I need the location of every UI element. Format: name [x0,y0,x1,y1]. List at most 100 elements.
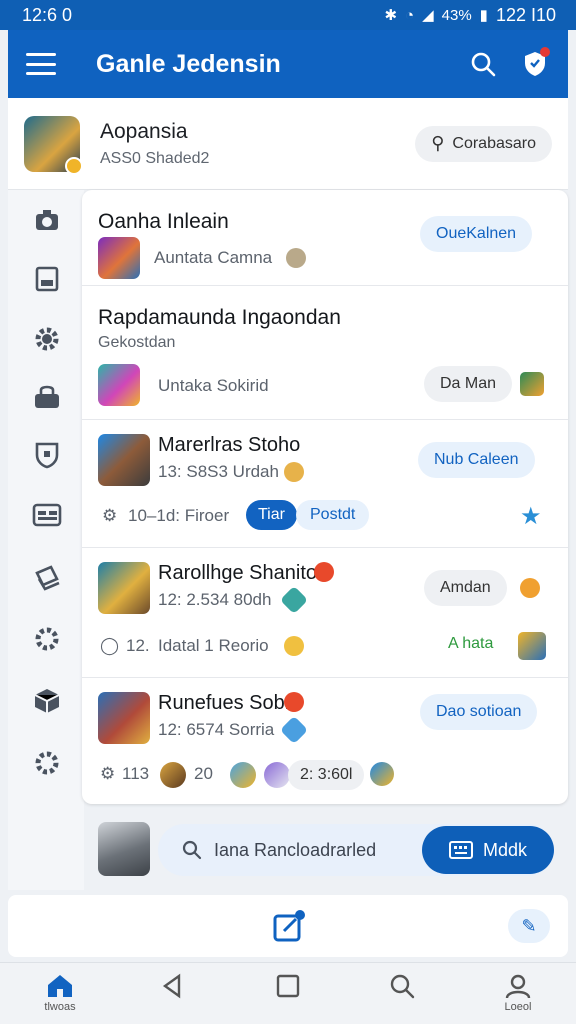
rail-camera-icon[interactable] [32,206,62,236]
status-bar: 12:6 0 ✱ ◔ ◢ 43% ▮ 122 I10 [0,0,576,30]
bundle-icon [518,632,546,660]
compose-button[interactable] [272,909,306,943]
square-icon [276,974,300,998]
item-title: Oanha Inleain [98,210,229,233]
rail-layers-icon[interactable] [32,562,62,592]
bottom-search-row: Iana Rancloadrarled Mddk [82,810,568,890]
profile-text: Aopansia ASS0 Shaded2 [100,120,415,168]
list-item[interactable]: Marerlras Stoho 13: S8S3 Urdah Nub Calee… [82,420,568,548]
profile-subtitle: ASS0 Shaded2 [100,149,210,167]
item-stat: 113 [122,764,150,783]
compose-icon [273,910,305,942]
hot-badge-icon [314,562,334,582]
nav-search[interactable] [372,973,432,1019]
side-rail [8,190,84,890]
user-avatar[interactable] [98,822,150,876]
gear-icon: ⚙ [100,764,116,783]
profile-name: Aopansia [100,119,188,143]
user-icon [505,974,531,999]
game-thumbnail [98,692,150,744]
item-subtitle: Gekostdan [98,334,176,351]
search-icon [390,974,415,999]
list-item[interactable]: Rapdamaunda Ingaondan Gekostdan Untaka S… [82,286,568,420]
keyboard-icon [448,841,473,859]
nav-overview[interactable] [258,973,318,1019]
search-field[interactable]: Iana Rancloadrarled Mddk [158,824,554,876]
item-name: Untaka Sokirid [158,376,269,395]
rail-shield-icon[interactable] [32,440,62,470]
item-action-button[interactable]: Nub Caleen [418,442,535,478]
edit-icon: ✎ [521,915,537,936]
item-title: Marerlras Stoho [158,434,301,456]
rail-card-icon[interactable] [32,500,62,530]
gear-icon: ⚙ [102,506,118,525]
nav-home-label: tlwoas [44,1001,76,1013]
search-submit-button[interactable]: Mddk [422,826,554,874]
item-stat-2: 20 [194,764,213,783]
menu-icon[interactable] [26,53,56,75]
profile-header: Aopansia ASS0 Shaded2 ⚲ Corabasaro [8,98,568,190]
bottom-nav: tlwoas Loeol [0,962,576,1024]
item-action-button[interactable]: Da Man [424,366,513,402]
signal-icon: ◢ [422,7,434,24]
app-bar: Ganle Jedensin [8,30,568,98]
card-list: Oanha Inleain Auntata Camna OueKalnen Ra… [82,190,568,804]
item-stat-label: Idatal 1 Reorio [158,636,269,655]
avatar[interactable] [24,115,83,175]
app-title: Ganle Jedensin [96,49,281,78]
wifi-icon: ◔ [405,6,415,24]
item-stat: 12. [126,636,150,655]
rail-bag-icon[interactable] [32,382,62,412]
nav-back[interactable] [142,973,202,1019]
gem-icon [279,715,309,745]
battery-icon: ▮ [479,7,488,24]
item-action-button[interactable]: Amdan [424,570,507,606]
list-item[interactable]: Runefues Sobr 12: 6574 Sorria Dao sotioa… [82,678,568,804]
item-subtitle: 12: 6574 Sorria [158,720,275,739]
edit-button[interactable]: ✎ [508,909,550,943]
profile-action-label: Corabasaro [452,134,536,152]
profile-action-button[interactable]: ⚲ Corabasaro [415,125,552,162]
rail-gear-icon[interactable] [32,324,62,354]
home-icon [48,975,72,997]
item-secondary-action[interactable]: A hata [432,626,509,662]
status-icons: ✱ ◔ ◢ 43% ▮ 122 I10 [384,5,556,26]
item-title: Runefues Sobr [158,692,292,714]
chat-icon: ◯ [100,636,120,655]
search-icon [471,52,496,77]
emoji-icon [284,462,304,482]
game-thumbnail [98,364,140,406]
rail-box-icon[interactable] [32,686,62,716]
star-icon: ★ [520,503,542,530]
rail-gear2-icon[interactable] [32,748,62,778]
search-button[interactable] [466,47,500,81]
rail-save-icon[interactable] [32,264,62,294]
item-action-button[interactable]: Dao sotioan [420,694,538,730]
list-item[interactable]: Oanha Inleain Auntata Camna OueKalnen [82,190,568,286]
tag-chip-primary[interactable]: Tiar [246,500,297,530]
item-subtitle: 12: 2.534 80dh [158,590,272,609]
shield-button[interactable] [518,47,552,81]
status-clock-right: 122 I10 [495,4,556,25]
nav-profile-label: Loeol [504,1001,532,1013]
battery-percent: 43% [441,6,472,24]
nav-home[interactable]: tlwoas [30,973,90,1019]
coin-icon [520,578,540,598]
status-time: 12:6 0 [22,4,73,25]
reward-icon [520,372,544,396]
bottom-dock: ✎ [8,895,568,957]
rail-settings-icon[interactable] [32,624,62,654]
nav-profile[interactable]: Loeol [488,973,548,1019]
tag-chip-secondary[interactable]: Postdt [296,500,370,530]
score-chip[interactable]: 2: 3:60l [288,760,365,790]
bluetooth-icon: ✱ [384,7,398,24]
item-subtitle: 13: S8S3 Urdah [158,462,279,481]
back-icon [162,973,181,999]
list-item[interactable]: Rarollhge Shanito 12: 2.534 80dh Amdan ◯… [82,548,568,678]
player-avatar [160,762,186,788]
search-icon [182,840,202,860]
item-action-button[interactable]: OueKalnen [420,216,533,252]
search-placeholder: Iana Rancloadrarled [214,840,377,860]
emoji-icon [284,636,304,656]
player-avatar [230,762,256,788]
